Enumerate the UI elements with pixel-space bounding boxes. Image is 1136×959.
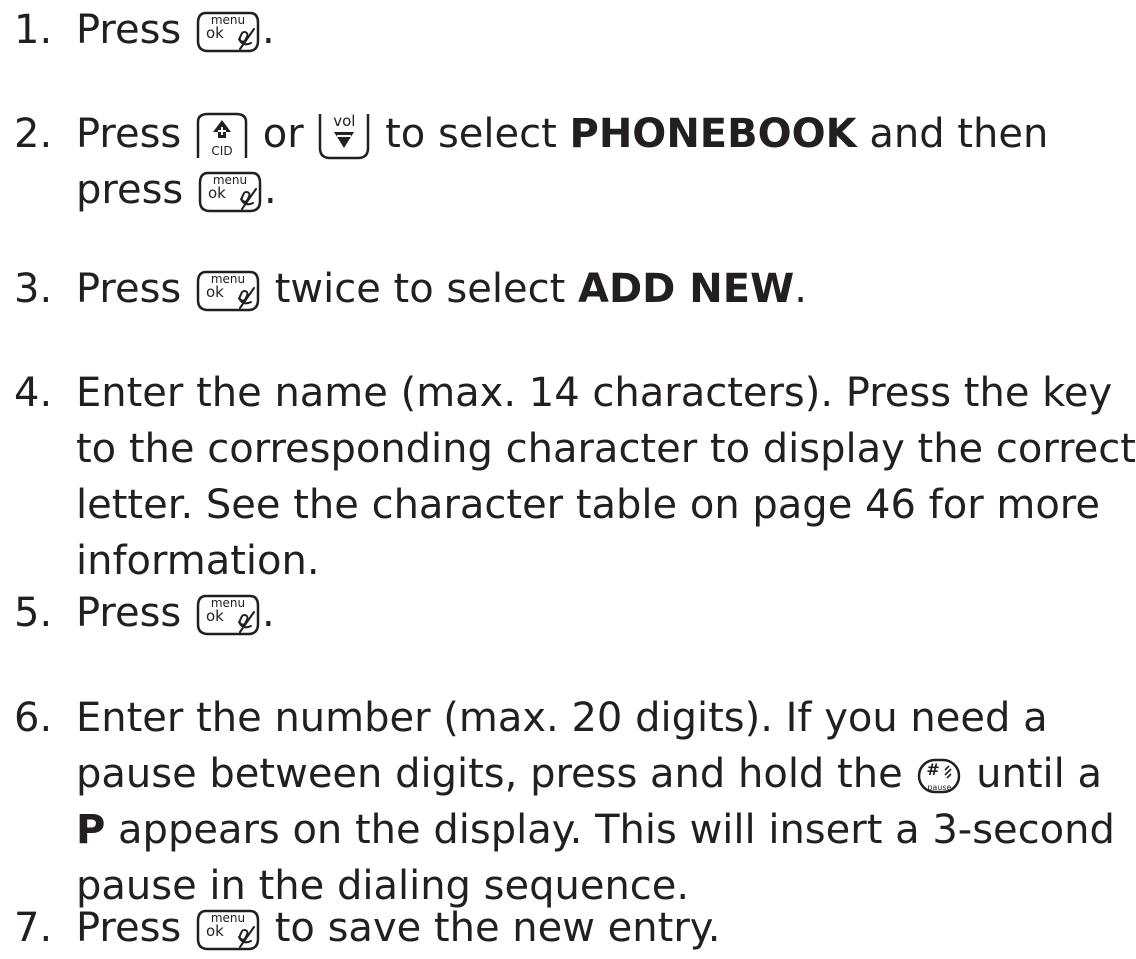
step-text: Enter the number (max. 20 digits). If yo… [76,690,1115,914]
text-line: Enter the name (max. 14 characters). Pre… [76,365,1136,421]
key-label: # [926,760,940,779]
text-run: Enter the number (max. 20 digits). If yo… [76,695,1048,741]
text-line: Press CID or vol to select PHONEBOOK and… [76,106,1048,162]
text-line: P appears on the display. This will inse… [76,802,1115,858]
key-label: vol [333,112,356,130]
text-line: letter. See the character table on page … [76,477,1136,533]
step-text: Press menu ok. [76,585,275,641]
text-line: information. [76,533,1136,589]
key-label: ok [207,184,226,202]
menu-ok-mute-key-icon: menu ok [198,171,262,213]
text-run: to save the new entry. [262,905,721,951]
step-text: Press menu ok to save the new entry. [76,900,720,956]
key-label: CID [211,144,233,158]
text-run: and then [856,111,1049,157]
text-run: . [262,7,275,53]
step-number: 3. [14,266,53,312]
hash-pause-key-icon: # pause [917,758,961,794]
text-run: Press [76,590,194,636]
text-run: appears on the display. This will insert… [105,807,1115,853]
text-run: to select [372,111,570,157]
text-run: until a [963,751,1102,797]
step-number: 4. [14,370,53,416]
key-label: ok [206,607,224,625]
text-run: Press [76,7,194,53]
text-run: pause between digits, press and hold the [76,751,916,797]
text-line: Press menu ok twice to select ADD NEW. [76,261,807,317]
text-line: Press menu ok. [76,585,275,641]
step-text: Enter the name (max. 14 characters). Pre… [76,365,1136,589]
menu-ok-mute-key-icon: menu ok [196,909,260,951]
text-run: Press [76,111,194,157]
step-text: Press menu ok. [76,2,275,58]
menu-ok-mute-key-icon: menu ok [196,270,260,312]
step-number: 1. [14,7,53,53]
key-label: ok [206,24,224,42]
bold-term: P [76,807,106,853]
text-run: Press [76,266,194,312]
step-number: 7. [14,905,53,951]
bold-term: ADD NEW [577,266,795,312]
text-run: press [76,167,196,213]
menu-ok-mute-key-icon: menu ok [196,594,260,636]
text-run: . [794,266,807,312]
step-number: 5. [14,590,53,636]
step-text: Press CID or vol to select PHONEBOOK and… [76,106,1048,218]
up-cid-key-icon: CID [196,112,248,160]
text-run: twice to select [262,266,578,312]
text-line: Press menu ok to save the new entry. [76,900,720,956]
key-label: pause [927,783,952,792]
text-line: Press menu ok. [76,2,275,58]
vol-down-key-icon: vol [318,112,370,160]
text-line: to the corresponding character to displa… [76,421,1136,477]
text-line: press menu ok. [76,162,1048,218]
step-text: Press menu ok twice to select ADD NEW. [76,261,807,317]
text-run: Press [76,905,194,951]
text-run: information. [76,538,320,584]
text-run: . [262,590,275,636]
step-number: 2. [14,111,53,157]
menu-ok-mute-key-icon: menu ok [196,11,260,53]
key-label: ok [206,283,224,301]
bold-term: PHONEBOOK [569,111,857,157]
text-run: to the corresponding character to displa… [76,426,1136,472]
text-run: Enter the name (max. 14 characters). Pre… [76,370,1113,416]
text-line: Enter the number (max. 20 digits). If yo… [76,690,1115,746]
text-line: pause between digits, press and hold the… [76,746,1115,802]
key-label: ok [206,922,224,940]
text-run: . [263,167,277,213]
text-run: or [250,111,317,157]
step-number: 6. [14,695,53,741]
text-run: letter. See the character table on page … [76,482,1100,528]
